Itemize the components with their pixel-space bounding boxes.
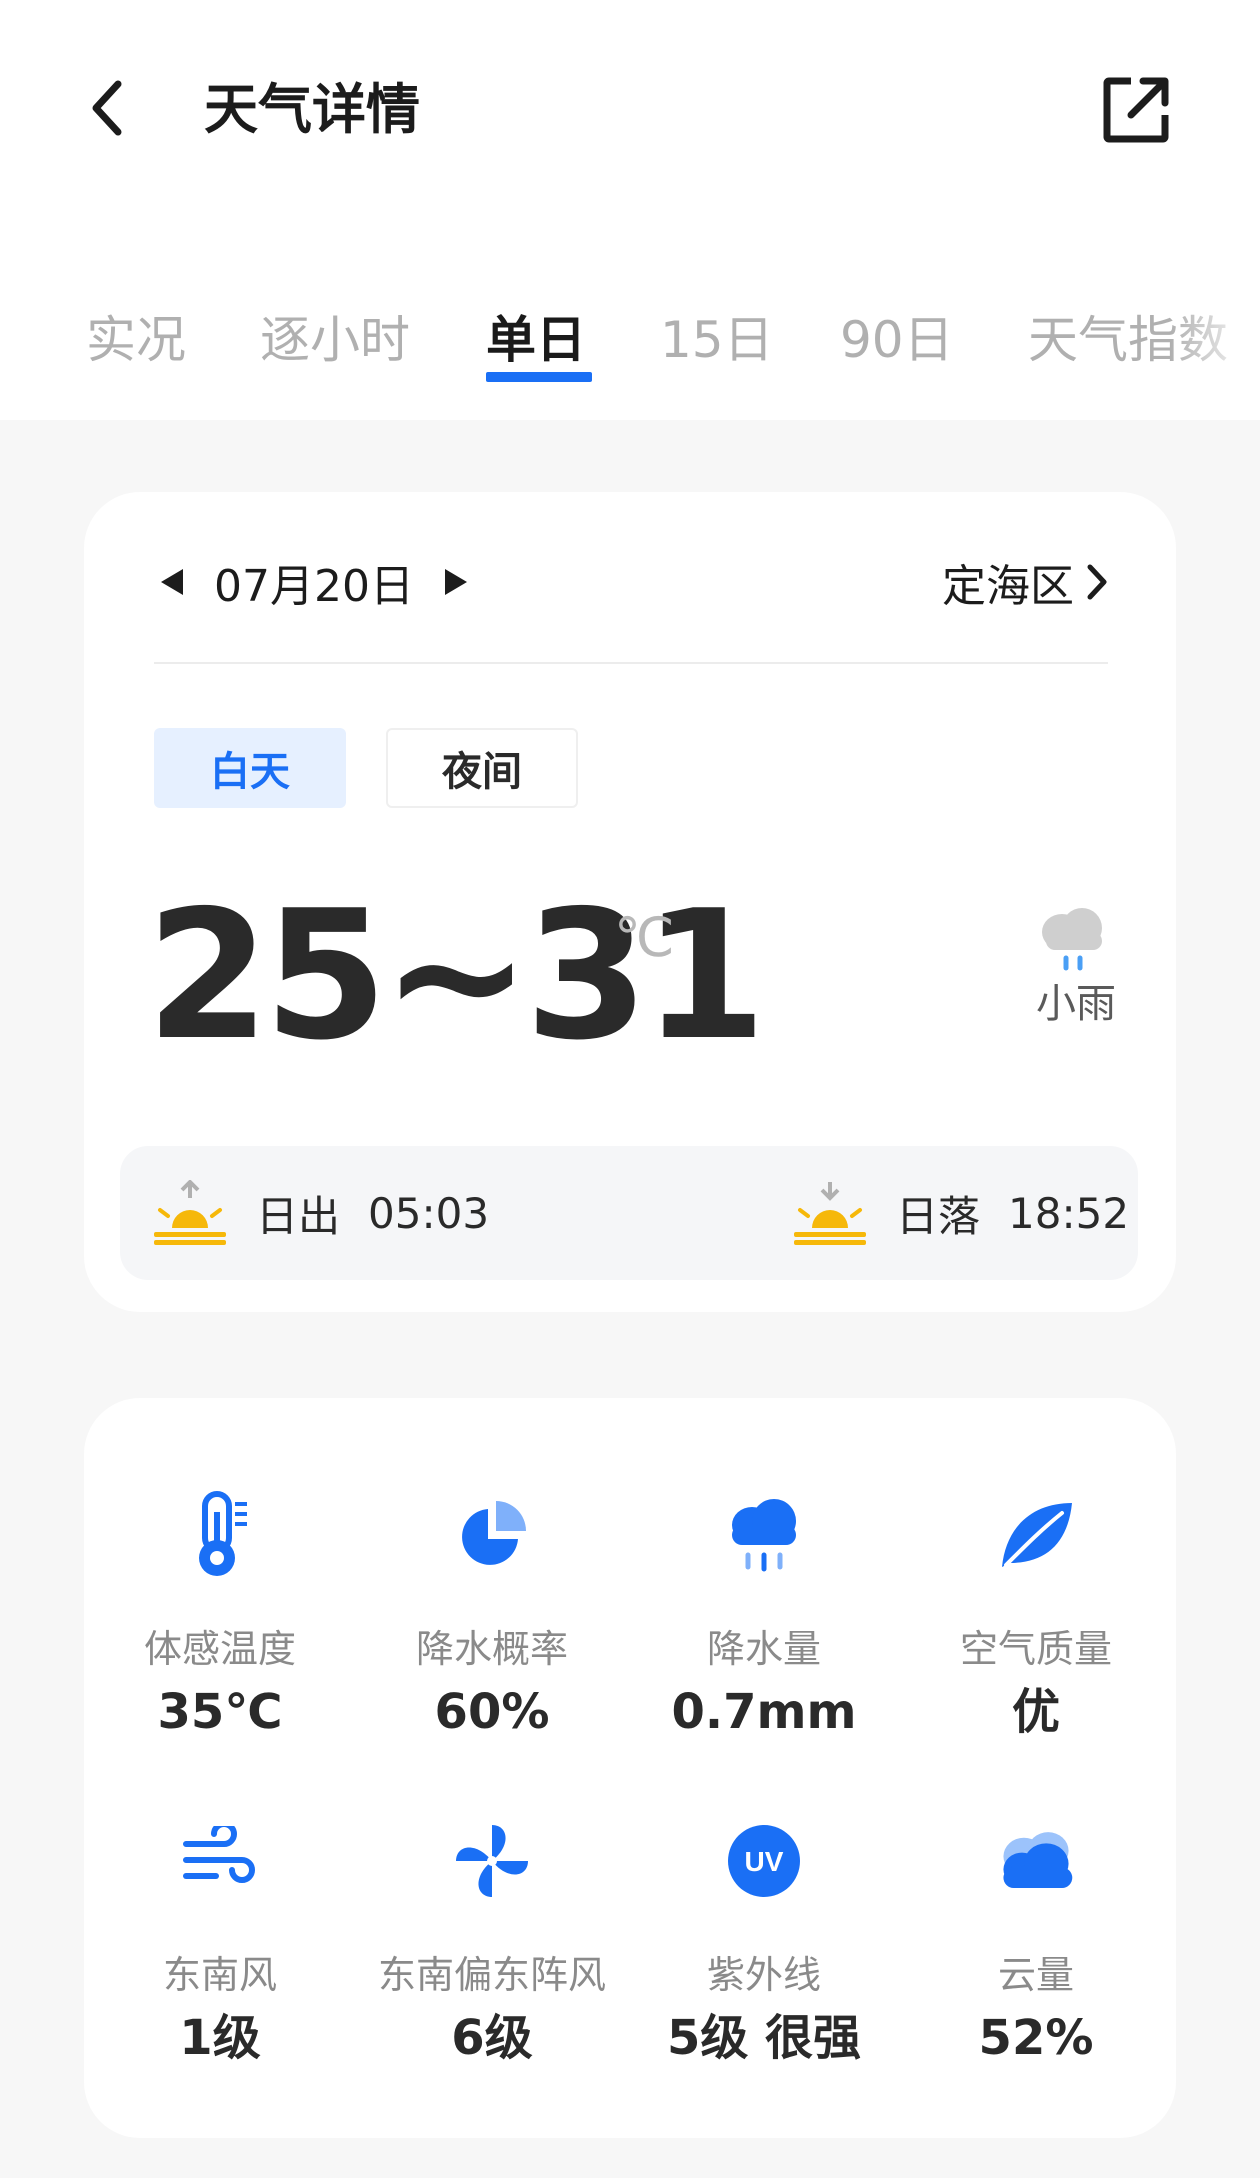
day-forecast-card: 07月20日 定海区 白天 夜间 25~31 ℃ 小雨 日出 05:03 日落 … [84,492,1176,1312]
sunrise-icon [154,1180,226,1245]
metrics-card: 体感温度 35℃ 降水概率 60% 降水量 0.7mm 空气质量 优 东南风 1… [84,1398,1176,2138]
active-tab-indicator [486,372,592,382]
metric-feels-like: 体感温度 35℃ [84,1490,356,1790]
pinwheel-icon [452,1816,532,1906]
metric-label: 云量 [997,1953,1074,1997]
metric-label: 降水量 [706,1627,821,1671]
sunrise-time: 05:03 [368,1188,490,1238]
metric-value: 5级 很强 [666,2010,862,2066]
metric-precip-probability: 降水概率 60% [356,1490,628,1790]
cloud-icon [996,1816,1076,1906]
metric-value: 优 [1011,1684,1060,1740]
tab-single-day[interactable]: 单日 [486,300,586,380]
sunrise-item: 日出 05:03 [152,1146,489,1280]
light-rain-icon [1042,908,1102,971]
weather-condition: 小雨 [1036,981,1116,1027]
wind-icon [180,1816,260,1906]
date-selector: 07月20日 定海区 [152,542,1108,622]
uv-icon: UV [724,1816,804,1906]
rain-cloud-icon [724,1490,804,1580]
metric-value: 6级 [451,2010,533,2066]
tab-live[interactable]: 实况 [86,300,186,380]
metric-label: 降水概率 [415,1627,568,1671]
tab-bar: 实况 逐小时 单日 15日 90日 天气指数 [0,300,1260,400]
location-selector[interactable]: 定海区 [942,542,1108,622]
metric-value: 1级 [179,2010,261,2066]
metric-gust: 东南偏东阵风 6级 [356,1816,628,2116]
tab-fade-overlay [1170,300,1260,390]
caret-left-icon [161,569,183,595]
open-external-button[interactable] [1096,70,1176,150]
back-arrow-icon [92,80,122,136]
svg-text:UV: UV [745,1846,784,1877]
location-name: 定海区 [942,561,1074,612]
metric-label: 空气质量 [959,1627,1112,1671]
leaf-icon [996,1490,1076,1580]
metric-cloud-cover: 云量 52% [900,1816,1172,2116]
sunset-icon [794,1182,866,1245]
next-day-button[interactable] [436,562,476,602]
sun-times: 日出 05:03 日落 18:52 [120,1146,1138,1280]
chevron-right-icon [1086,563,1108,601]
metric-precip-amount: 降水量 0.7mm [628,1490,900,1790]
tab-15-days[interactable]: 15日 [660,300,774,380]
pie-chart-icon [452,1490,532,1580]
metric-label: 紫外线 [706,1953,821,1997]
app-header: 天气详情 实况 逐小时 单日 15日 90日 天气指数 [0,0,1260,420]
tab-hourly[interactable]: 逐小时 [260,300,410,380]
previous-day-button[interactable] [152,562,192,602]
sunset-item: 日落 18:52 [792,1146,1129,1280]
sunset-label: 日落 [896,1191,981,1241]
metric-air-quality: 空气质量 优 [900,1490,1172,1790]
sunset-time: 18:52 [1008,1188,1130,1238]
day-segment-button[interactable]: 白天 [154,728,346,808]
selected-date: 07月20日 [214,561,414,612]
metric-label: 东南偏东阵风 [377,1953,606,1997]
page-title: 天气详情 [204,78,420,141]
temperature-unit: ℃ [614,906,675,969]
metric-value: 0.7mm [671,1684,857,1740]
caret-right-icon [444,569,467,595]
metric-wind: 东南风 1级 [84,1816,356,2116]
metric-label: 体感温度 [143,1627,296,1671]
divider [154,662,1108,664]
tab-90-days[interactable]: 90日 [840,300,954,380]
back-button[interactable] [78,68,138,148]
metric-value: 60% [434,1684,550,1740]
metric-uv: UV 紫外线 5级 很强 [628,1816,900,2116]
metric-value: 52% [978,2010,1094,2066]
thermometer-icon [180,1490,260,1580]
night-segment-button[interactable]: 夜间 [386,728,578,808]
open-external-icon [1103,77,1169,143]
sunrise-label: 日出 [256,1191,341,1241]
metric-label: 东南风 [162,1953,277,1997]
metric-value: 35℃ [157,1684,283,1740]
